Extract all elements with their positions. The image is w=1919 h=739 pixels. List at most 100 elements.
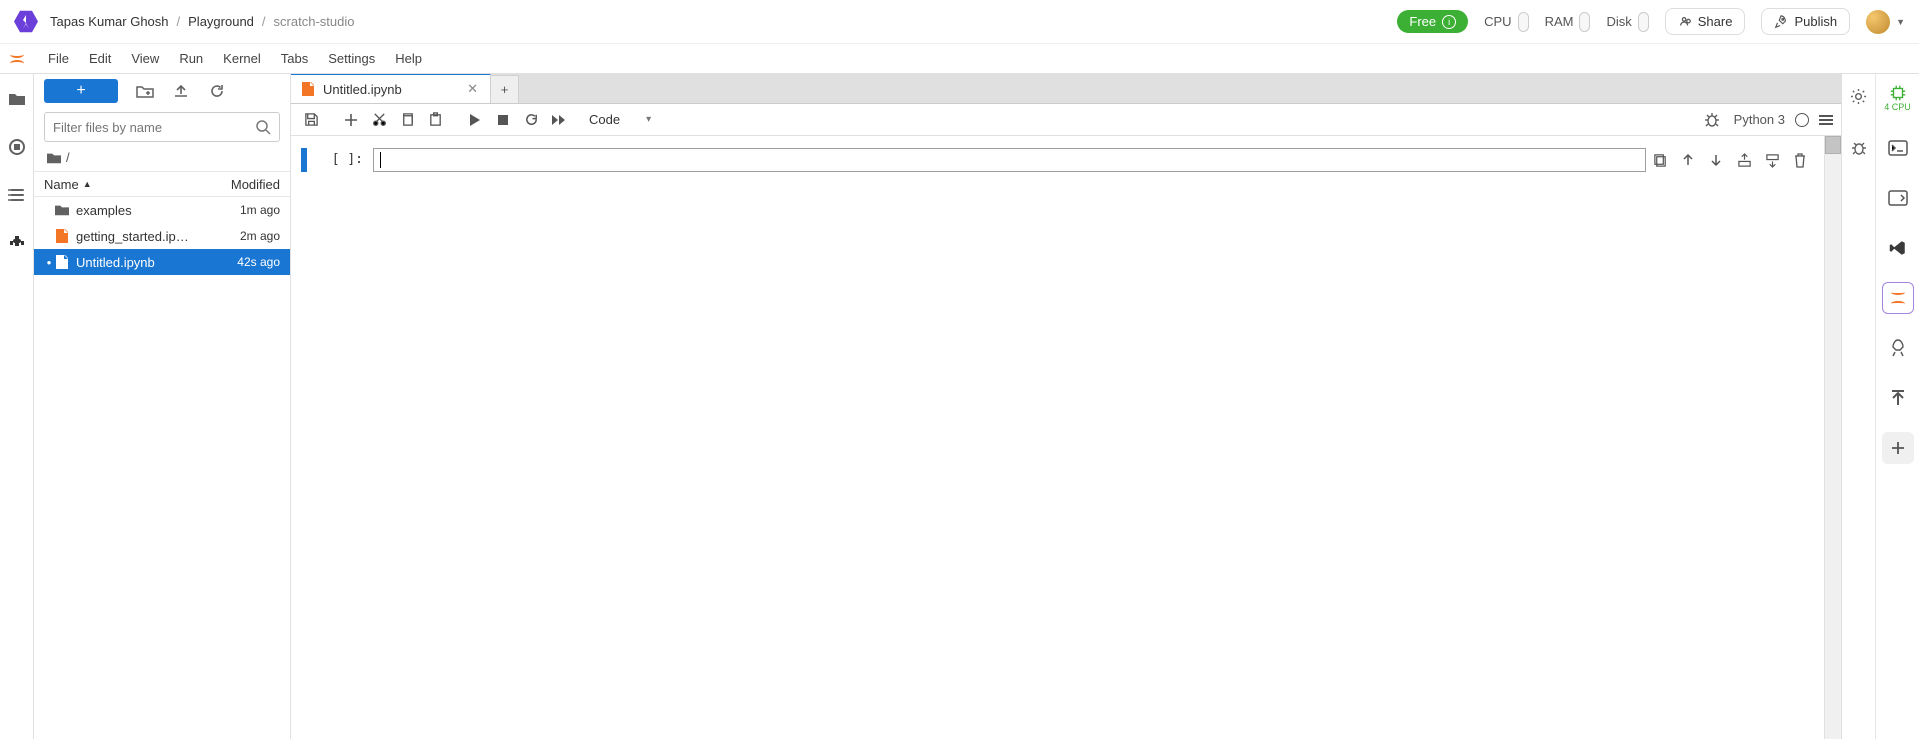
menu-tabs[interactable]: Tabs: [271, 47, 318, 70]
share-button[interactable]: Share: [1665, 8, 1746, 35]
terminal-icon[interactable]: [1882, 132, 1914, 164]
gear-icon[interactable]: [1847, 84, 1871, 108]
copy-button[interactable]: [395, 108, 419, 132]
menu-kernel[interactable]: Kernel: [213, 47, 271, 70]
close-tab-icon[interactable]: ✕: [465, 79, 480, 99]
publish-label: Publish: [1794, 14, 1837, 29]
avatar-icon: [1866, 10, 1890, 34]
menu-view[interactable]: View: [121, 47, 169, 70]
duplicate-cell-icon[interactable]: [1646, 148, 1674, 172]
menu-run[interactable]: Run: [169, 47, 213, 70]
upload-button[interactable]: [172, 82, 190, 100]
cut-button[interactable]: [367, 108, 391, 132]
debugger-icon[interactable]: [1700, 108, 1724, 132]
file-row[interactable]: examples 1m ago: [34, 197, 290, 223]
output-panel-icon[interactable]: [1882, 182, 1914, 214]
text-caret-icon: [380, 152, 381, 168]
file-filter-input[interactable]: [53, 120, 255, 135]
menu-help[interactable]: Help: [385, 47, 432, 70]
disk-meter-icon: [1638, 12, 1649, 32]
file-name: examples: [76, 203, 208, 218]
upload-arrow-icon[interactable]: [1882, 382, 1914, 414]
move-down-icon[interactable]: [1702, 148, 1730, 172]
col-modified-header[interactable]: Modified: [200, 177, 290, 192]
code-input[interactable]: [373, 148, 1646, 172]
filebrowser-tab-icon[interactable]: [8, 90, 26, 108]
bug-icon[interactable]: [1847, 136, 1871, 160]
cpu-chip-icon[interactable]: 4 CPU: [1882, 82, 1914, 114]
cpu-label: CPU: [1484, 14, 1511, 29]
filebrowser-toolbar: +: [34, 74, 290, 108]
plan-label: Free: [1409, 14, 1436, 29]
breadcrumb-owner[interactable]: Tapas Kumar Ghosh: [50, 14, 169, 29]
add-panel-icon[interactable]: [1882, 432, 1914, 464]
notebook-scrollbar[interactable]: [1824, 136, 1841, 739]
app-header: Tapas Kumar Ghosh / Playground / scratch…: [0, 0, 1919, 44]
ram-meter-icon: [1579, 12, 1590, 32]
breadcrumb-folder[interactable]: Playground: [188, 14, 254, 29]
file-list-header: Name ▲ Modified: [34, 171, 290, 197]
toc-tab-icon[interactable]: [8, 186, 26, 204]
delete-cell-icon[interactable]: [1786, 148, 1814, 172]
disk-label: Disk: [1606, 14, 1631, 29]
col-name-header[interactable]: Name ▲: [34, 177, 200, 192]
path-root: /: [66, 150, 70, 165]
file-list: examples 1m ago getting_started.ip… 2m a…: [34, 197, 290, 739]
kernel-status-icon[interactable]: [1795, 113, 1809, 127]
editor-area: Untitled.ipynb ✕ + Code: [291, 74, 1841, 739]
insert-below-icon[interactable]: [1758, 148, 1786, 172]
file-filter[interactable]: [44, 112, 280, 142]
user-menu[interactable]: ▼: [1866, 10, 1905, 34]
extensions-tab-icon[interactable]: [8, 234, 26, 252]
folder-icon: [54, 202, 70, 218]
paste-button[interactable]: [423, 108, 447, 132]
disk-metric: Disk: [1606, 12, 1648, 32]
share-label: Share: [1698, 14, 1733, 29]
insert-above-icon[interactable]: [1730, 148, 1758, 172]
menu-settings[interactable]: Settings: [318, 47, 385, 70]
add-cell-button[interactable]: [339, 108, 363, 132]
vscode-icon[interactable]: [1882, 232, 1914, 264]
chevron-down-icon: ▾: [646, 114, 651, 125]
stop-button[interactable]: [491, 108, 515, 132]
cell-type-select[interactable]: Code ▾: [583, 110, 657, 129]
move-up-icon[interactable]: [1674, 148, 1702, 172]
menu-file[interactable]: File: [38, 47, 79, 70]
run-all-button[interactable]: [547, 108, 571, 132]
menu-edit[interactable]: Edit: [79, 47, 121, 70]
file-row[interactable]: getting_started.ip… 2m ago: [34, 223, 290, 249]
restart-button[interactable]: [519, 108, 543, 132]
running-tab-icon[interactable]: [8, 138, 26, 156]
publish-button[interactable]: Publish: [1761, 8, 1850, 35]
code-cell[interactable]: [ ]:: [301, 148, 1814, 172]
scrollbar-thumb[interactable]: [1825, 136, 1841, 154]
notebook-icon: [54, 228, 70, 244]
path-breadcrumb[interactable]: /: [34, 146, 290, 171]
cpu-count-label: 4 CPU: [1884, 102, 1911, 112]
sort-up-icon: ▲: [83, 179, 92, 189]
cpu-metric: CPU: [1484, 12, 1528, 32]
run-button[interactable]: [463, 108, 487, 132]
kernel-status: Python 3: [1700, 108, 1833, 132]
notebook-tab[interactable]: Untitled.ipynb ✕: [291, 74, 491, 103]
save-button[interactable]: [299, 108, 323, 132]
new-folder-button[interactable]: [136, 82, 154, 100]
rocket-icon: [1774, 15, 1788, 29]
new-launcher-button[interactable]: +: [44, 79, 118, 103]
tab-strip: Untitled.ipynb ✕ +: [291, 74, 1841, 104]
hamburger-icon[interactable]: [1819, 115, 1833, 125]
kernel-name[interactable]: Python 3: [1734, 112, 1785, 127]
plan-badge[interactable]: Free i: [1397, 10, 1468, 33]
add-tab-button[interactable]: +: [491, 75, 519, 103]
jupyter-icon[interactable]: [1882, 282, 1914, 314]
notebook-content: [ ]:: [291, 136, 1824, 739]
refresh-button[interactable]: [208, 82, 226, 100]
breadcrumb-sep-icon: /: [262, 14, 266, 29]
search-icon: [255, 119, 271, 135]
file-row[interactable]: ● Untitled.ipynb 42s ago: [34, 249, 290, 275]
ram-metric: RAM: [1545, 12, 1591, 32]
dirty-dot-icon: ●: [44, 258, 54, 267]
deploy-icon[interactable]: [1882, 332, 1914, 364]
notebook-icon: [301, 81, 315, 97]
folder-icon: [46, 151, 62, 165]
